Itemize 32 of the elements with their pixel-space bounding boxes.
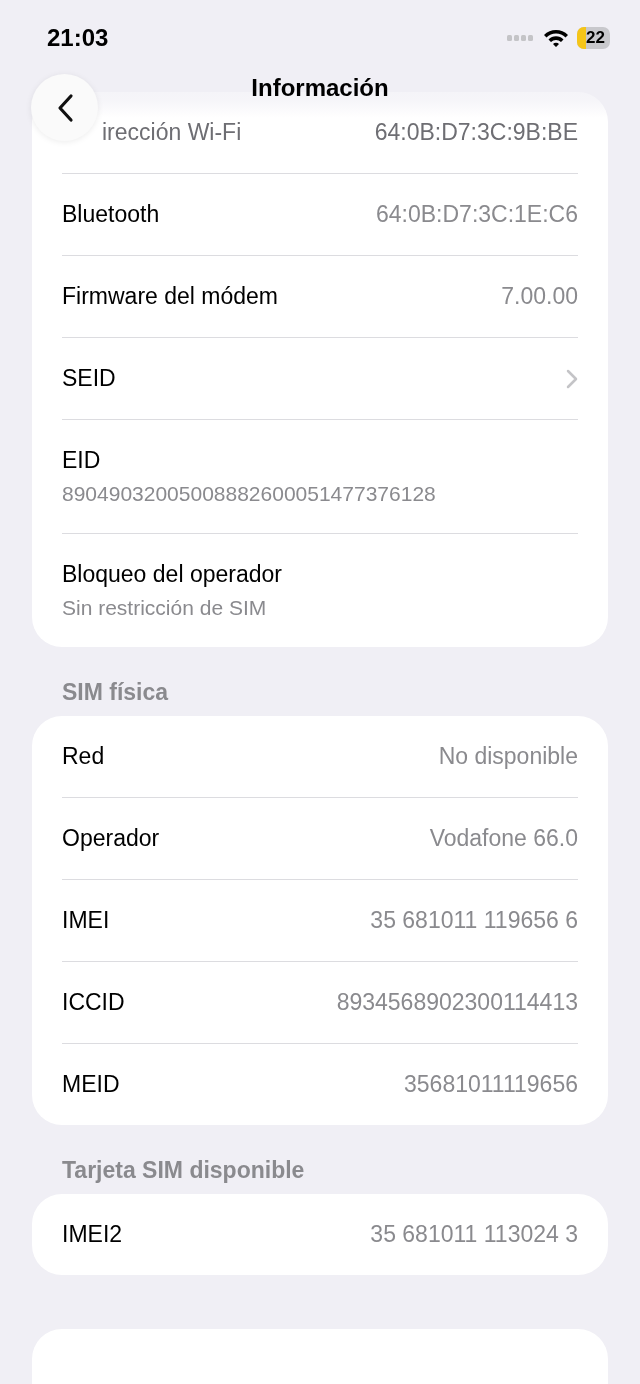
row-value: 64:0B:D7:3C:9B:BE bbox=[374, 119, 578, 146]
row-value: 35 681011 119656 6 bbox=[370, 907, 578, 934]
row-label: IMEI2 bbox=[62, 1221, 123, 1248]
battery-icon: 22 bbox=[577, 27, 610, 49]
row-label: Bluetooth bbox=[62, 201, 160, 228]
row-value: 8934568902300114413 bbox=[336, 989, 578, 1016]
row-value: Sin restricción de SIM bbox=[62, 596, 267, 620]
row-value: 7.00.00 bbox=[501, 283, 578, 310]
row-label: MEID bbox=[62, 1071, 120, 1098]
section-header: SIM física bbox=[61, 678, 170, 707]
list-item[interactable]: SEID bbox=[62, 338, 578, 420]
row-label: Bloqueo del operador bbox=[62, 561, 282, 588]
row-label: Firmware del módem bbox=[62, 283, 278, 310]
row-value: Vodafone 66.0 bbox=[429, 825, 578, 852]
chevron-icon bbox=[566, 368, 578, 389]
status-time: 21:03 bbox=[47, 24, 109, 52]
row-label: Red bbox=[62, 743, 105, 770]
row-value: 35681011119656 bbox=[404, 1071, 578, 1098]
row-value: 64:0B:D7:3C:1E:C6 bbox=[376, 201, 578, 228]
row-value: No disponible bbox=[438, 743, 578, 770]
row-label: irección Wi-Fi bbox=[101, 119, 242, 146]
section-header: Tarjeta SIM disponible bbox=[61, 1156, 306, 1185]
wifi-icon bbox=[543, 28, 570, 48]
row-value: 35 681011 113024 3 bbox=[370, 1221, 578, 1248]
row-label: EID bbox=[62, 447, 101, 474]
row-value: 89049032005008882600051477376128 bbox=[62, 482, 436, 506]
row-label: ICCID bbox=[62, 989, 125, 1016]
back-button[interactable] bbox=[31, 74, 98, 141]
row-label: IMEI bbox=[62, 907, 110, 934]
row-label: Operador bbox=[62, 825, 160, 852]
page-title: Información bbox=[251, 74, 389, 102]
signal-icon bbox=[507, 34, 536, 42]
